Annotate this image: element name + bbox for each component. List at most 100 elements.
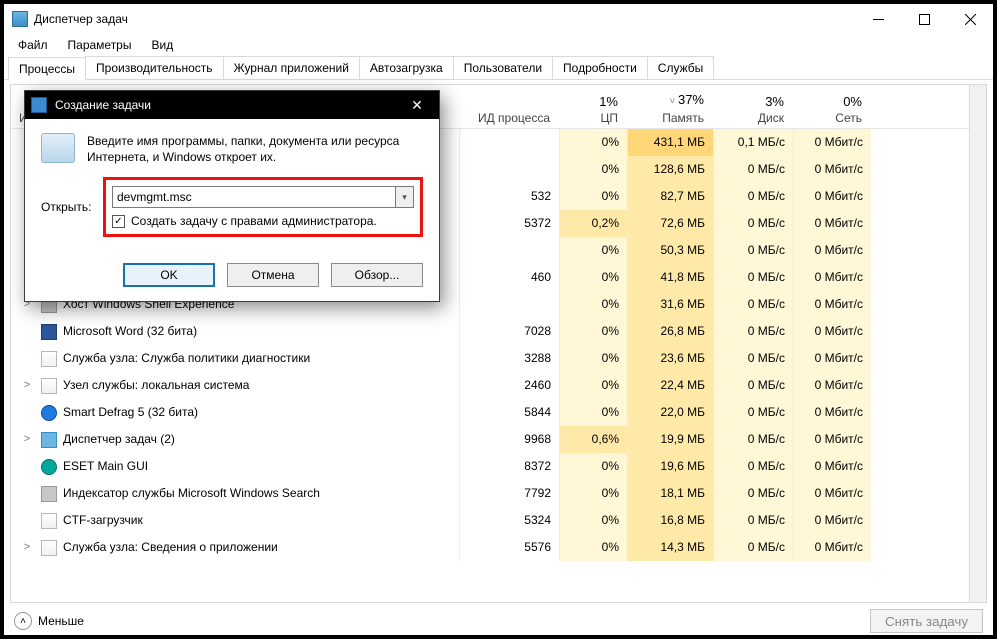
process-name: Узел службы: локальная система (63, 372, 249, 399)
cell-cpu: 0% (559, 399, 627, 426)
end-task-button[interactable]: Снять задачу (870, 609, 983, 633)
minimize-button[interactable] (855, 4, 901, 34)
tab-processes[interactable]: Процессы (8, 57, 86, 80)
footer: ˄ Меньше Снять задачу (4, 603, 993, 639)
process-name: Служба узла: Служба политики диагностики (63, 345, 310, 372)
cell-memory: 128,6 МБ (627, 156, 713, 183)
cell-cpu: 0% (559, 453, 627, 480)
cell-memory: 23,6 МБ (627, 345, 713, 372)
menu-view[interactable]: Вид (141, 35, 183, 55)
cell-pid: 5576 (459, 534, 559, 561)
col-cpu[interactable]: 1%ЦП (559, 84, 627, 128)
vertical-scrollbar[interactable] (969, 85, 986, 602)
process-icon (41, 405, 57, 421)
process-name: Служба узла: Сведения о приложении (63, 534, 278, 561)
cell-memory: 72,6 МБ (627, 210, 713, 237)
col-network[interactable]: 0%Сеть (793, 84, 871, 128)
maximize-button[interactable] (901, 4, 947, 34)
cell-disk: 0 МБ/с (713, 345, 793, 372)
table-row[interactable]: ESET Main GUI83720%19,6 МБ0 МБ/с0 Мбит/с (11, 453, 986, 480)
col-disk[interactable]: 3%Диск (713, 84, 793, 128)
cell-pid (459, 129, 559, 156)
process-name: Smart Defrag 5 (32 бита) (63, 399, 198, 426)
cell-disk: 0,1 МБ/с (713, 129, 793, 156)
tabbar: Процессы Производительность Журнал прило… (4, 56, 993, 80)
chevron-up-icon: ˄ (14, 612, 32, 630)
tab-app-history[interactable]: Журнал приложений (223, 56, 360, 79)
cell-cpu: 0% (559, 237, 627, 264)
fewer-details-button[interactable]: ˄ Меньше (14, 612, 84, 630)
cell-cpu: 0% (559, 372, 627, 399)
col-memory[interactable]: 37%Память (627, 84, 713, 128)
menu-file[interactable]: Файл (8, 35, 58, 55)
cell-memory: 22,0 МБ (627, 399, 713, 426)
cell-network: 0 Мбит/с (793, 237, 871, 264)
cell-pid: 8372 (459, 453, 559, 480)
cell-network: 0 Мбит/с (793, 372, 871, 399)
tab-users[interactable]: Пользователи (453, 56, 553, 79)
table-row[interactable]: CTF-загрузчик53240%16,8 МБ0 МБ/с0 Мбит/с (11, 507, 986, 534)
menubar: Файл Параметры Вид (4, 34, 993, 56)
open-dropdown-button[interactable]: ▾ (396, 186, 414, 208)
dialog-close-button[interactable]: ✕ (401, 91, 433, 119)
table-row[interactable]: Индексатор службы Microsoft Windows Sear… (11, 480, 986, 507)
cell-disk: 0 МБ/с (713, 210, 793, 237)
cell-pid: 7792 (459, 480, 559, 507)
cell-network: 0 Мбит/с (793, 210, 871, 237)
tab-startup[interactable]: Автозагрузка (359, 56, 454, 79)
app-icon (12, 11, 28, 27)
cell-network: 0 Мбит/с (793, 480, 871, 507)
cell-disk: 0 МБ/с (713, 507, 793, 534)
expand-icon[interactable]: > (19, 426, 35, 453)
cell-pid (459, 291, 559, 318)
table-row[interactable]: >Служба узла: Сведения о приложении55760… (11, 534, 986, 561)
table-row[interactable]: Smart Defrag 5 (32 бита) 58440%22,0 МБ0 М… (11, 399, 986, 426)
cell-memory: 16,8 МБ (627, 507, 713, 534)
table-row[interactable]: Служба узла: Служба политики диагностики… (11, 345, 986, 372)
cell-disk: 0 МБ/с (713, 453, 793, 480)
ok-button[interactable]: OK (123, 263, 215, 287)
process-icon (41, 486, 57, 502)
close-button[interactable] (947, 4, 993, 34)
menu-options[interactable]: Параметры (58, 35, 142, 55)
open-label: Открыть: (41, 200, 103, 214)
expand-icon[interactable]: > (19, 534, 35, 561)
cell-disk: 0 МБ/с (713, 534, 793, 561)
cell-disk: 0 МБ/с (713, 372, 793, 399)
cell-pid: 9968 (459, 426, 559, 453)
cell-pid: 5324 (459, 507, 559, 534)
cell-pid: 5844 (459, 399, 559, 426)
table-row[interactable]: > Узел службы: локальная система 24600%22,… (11, 372, 986, 399)
open-input[interactable] (112, 186, 396, 208)
browse-button[interactable]: Обзор... (331, 263, 423, 287)
dialog-titlebar[interactable]: Создание задачи ✕ (25, 91, 439, 119)
cell-cpu: 0% (559, 183, 627, 210)
cell-memory: 431,1 МБ (627, 129, 713, 156)
admin-checkbox-label: Создать задачу с правами администратора. (131, 214, 377, 228)
col-pid[interactable]: ИД процесса (459, 84, 559, 128)
cell-disk: 0 МБ/с (713, 399, 793, 426)
tab-details[interactable]: Подробности (552, 56, 648, 79)
expand-icon[interactable]: > (19, 372, 35, 399)
cell-memory: 50,3 МБ (627, 237, 713, 264)
process-icon (41, 351, 57, 367)
cell-network: 0 Мбит/с (793, 534, 871, 561)
cell-cpu: 0% (559, 264, 627, 291)
admin-checkbox[interactable]: ✓ (112, 215, 125, 228)
tab-performance[interactable]: Производительность (85, 56, 223, 79)
process-name: ESET Main GUI (63, 453, 148, 480)
cell-network: 0 Мбит/с (793, 291, 871, 318)
cell-cpu: 0% (559, 129, 627, 156)
cell-cpu: 0% (559, 534, 627, 561)
cell-pid: 2460 (459, 372, 559, 399)
cancel-button[interactable]: Отмена (227, 263, 319, 287)
cell-cpu: 0% (559, 291, 627, 318)
table-row[interactable]: Microsoft Word (32 бита)70280%26,8 МБ0 М… (11, 318, 986, 345)
run-icon (41, 133, 75, 163)
window-title: Диспетчер задач (34, 12, 128, 26)
table-row[interactable]: >Диспетчер задач (2)99680,6%19,9 МБ0 МБ/… (11, 426, 986, 453)
tab-services[interactable]: Службы (647, 56, 714, 79)
fewer-label: Меньше (38, 614, 84, 628)
cell-memory: 22,4 МБ (627, 372, 713, 399)
dialog-title: Создание задачи (55, 98, 401, 112)
